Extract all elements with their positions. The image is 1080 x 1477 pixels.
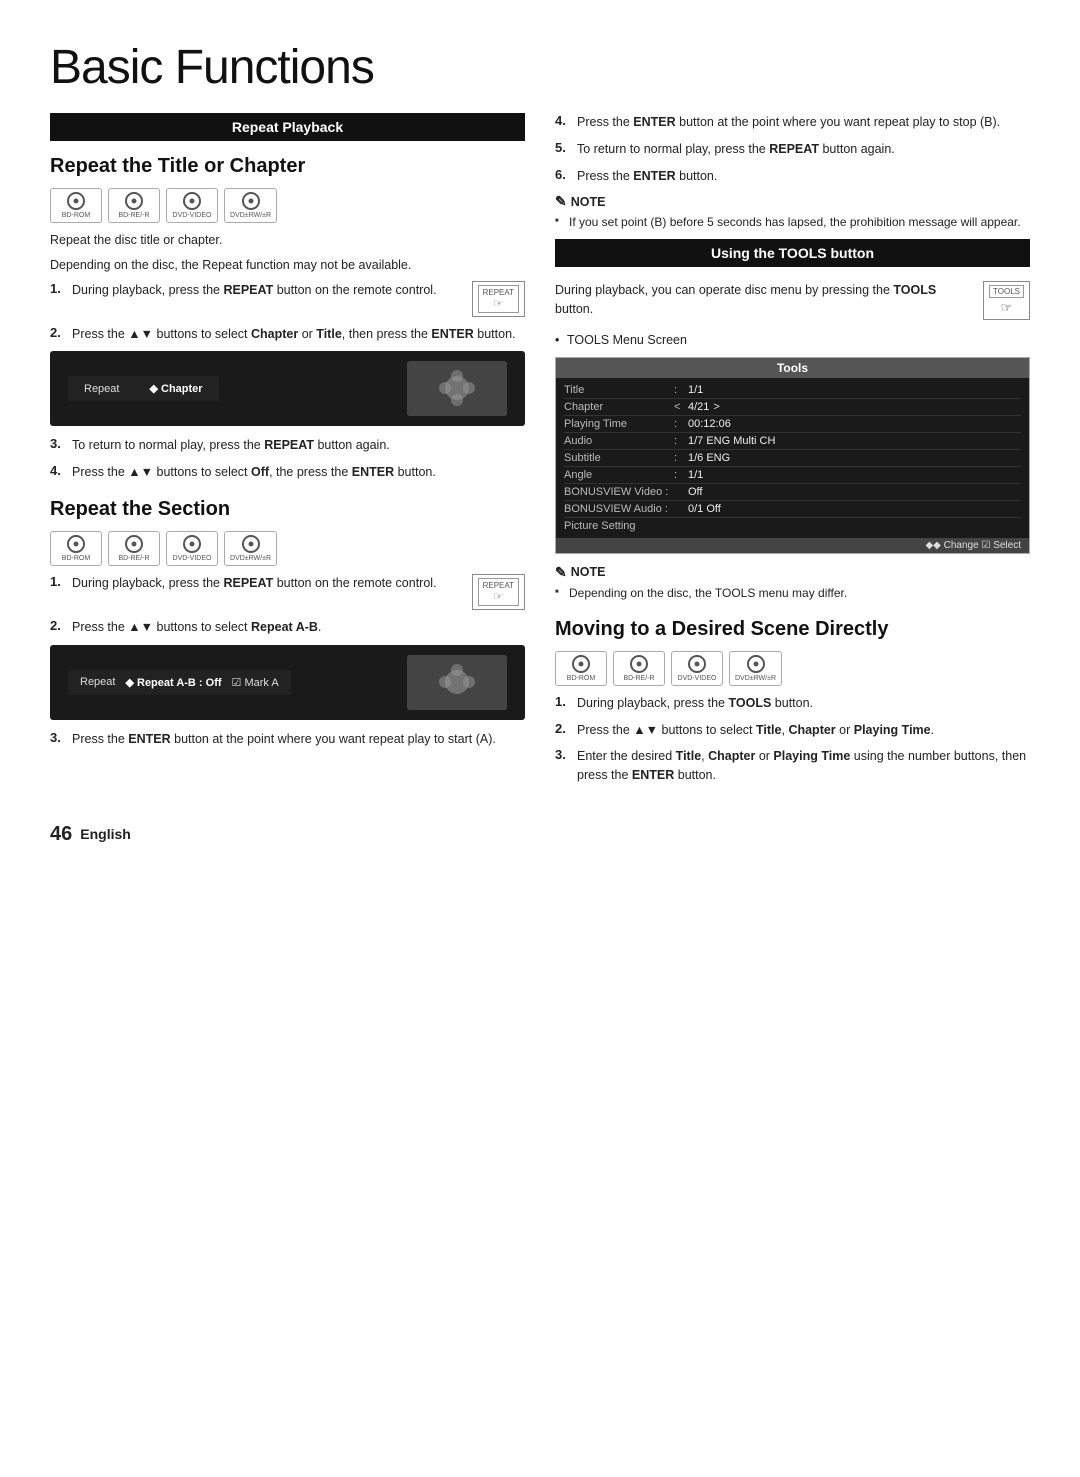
note-item-1: If you set point (B) before 5 seconds ha…: [555, 213, 1030, 231]
disc-circle2: [183, 535, 201, 553]
disc-circle: [183, 192, 201, 210]
tools-row-angle: Angle : 1/1: [564, 467, 1021, 484]
step-2-title: 2. Press the ▲▼ buttons to select Chapte…: [50, 325, 525, 344]
tools-button-icon: TOOLS ☞: [983, 281, 1030, 320]
left-column: Repeat Playback Repeat the Title or Chap…: [50, 113, 525, 793]
disc-circle3: [747, 655, 765, 673]
disc-circle: [125, 192, 143, 210]
tools-row-chapter: Chapter < 4/21 >: [564, 399, 1021, 416]
repeat-section-heading: Repeat the Section: [50, 498, 525, 521]
disc-icon-bdrom: BD-ROM: [50, 188, 102, 223]
tools-banner: Using the TOOLS button: [555, 239, 1030, 267]
tools-footer: ◆◆ Change ☑ Select: [556, 538, 1029, 553]
tools-row-bonusview-audio: BONUSVIEW Audio : 0/1 Off: [564, 501, 1021, 518]
tools-row-playing-time: Playing Time : 00:12:06: [564, 416, 1021, 433]
disc-icon-bdrer2: BD-RE/-R: [108, 531, 160, 566]
step-5-right: 5. To return to normal play, press the R…: [555, 140, 1030, 159]
tools-body: During playback, you can operate disc me…: [555, 281, 975, 319]
repeat-body1: Repeat the disc title or chapter.: [50, 231, 525, 250]
disc-icon-dvdrw3: DVD±RW/±R: [729, 651, 782, 686]
disc-circle2: [125, 535, 143, 553]
page-footer: 46 English: [50, 823, 1030, 846]
disc-icon-dvdvideo2: DVD-VIDEO: [166, 531, 218, 566]
note-pencil-icon: ✎: [555, 193, 567, 210]
disc-icon-bdrer3: BD-RE/-R: [613, 651, 665, 686]
disc-icon-dvdvideo: DVD-VIDEO: [166, 188, 218, 223]
tools-row-audio: Audio : 1/7 ENG Multi CH: [564, 433, 1021, 450]
section-step-2: 2. Press the ▲▼ buttons to select Repeat…: [50, 618, 525, 637]
disc-circle: [242, 192, 260, 210]
tools-row-bonusview-video: BONUSVIEW Video : Off: [564, 484, 1021, 501]
moving-step-1: 1. During playback, press the TOOLS butt…: [555, 694, 1030, 713]
disc-icon-dvdvideo3: DVD-VIDEO: [671, 651, 723, 686]
section-step-1: 1. During playback, press the REPEAT but…: [50, 574, 525, 610]
repeat-body2: Depending on the disc, the Repeat functi…: [50, 256, 525, 275]
note-item-2: Depending on the disc, the TOOLS menu ma…: [555, 584, 1030, 602]
disc-circle2: [67, 535, 85, 553]
step-4-title: 4. Press the ▲▼ buttons to select Off, t…: [50, 463, 525, 482]
tools-row-picture: Picture Setting: [564, 518, 1021, 534]
step-6-right: 6. Press the ENTER button.: [555, 167, 1030, 186]
repeat-ab-screen: Repeat ◆ Repeat A-B : Off ☑ Mark A: [50, 645, 525, 720]
section-step-3: 3. Press the ENTER button at the point w…: [50, 730, 525, 749]
tools-screen-body: Title : 1/1 Chapter < 4/21 > Playing Tim…: [556, 378, 1029, 538]
repeat-button-icon2: REPEAT☞: [472, 574, 525, 610]
disc-circle3: [688, 655, 706, 673]
note-heading-1: ✎ NOTE: [555, 193, 1030, 210]
moving-step-2: 2. Press the ▲▼ buttons to select Title,…: [555, 721, 1030, 740]
disc-circle2: [242, 535, 260, 553]
page-number: 46: [50, 823, 72, 846]
step-1-title: 1. During playback, press the REPEAT but…: [50, 281, 525, 317]
tools-menu-screen-label: TOOLS Menu Screen: [555, 333, 1030, 347]
disc-icon-dvdrw: DVD±RW/±R: [224, 188, 277, 223]
disc-circle: [67, 192, 85, 210]
page-language: English: [80, 826, 131, 842]
disc-icons-title: BD-ROM BD-RE/-R DVD-VIDEO DVD±RW/±R: [50, 188, 525, 223]
tools-screen-header: Tools: [556, 358, 1029, 378]
right-column: 4. Press the ENTER button at the point w…: [555, 113, 1030, 793]
page-title: Basic Functions: [50, 40, 1030, 95]
note-pencil-icon2: ✎: [555, 564, 567, 581]
step-4-right: 4. Press the ENTER button at the point w…: [555, 113, 1030, 132]
disc-icon-bdrer: BD-RE/-R: [108, 188, 160, 223]
disc-icon-dvdrw2: DVD±RW/±R: [224, 531, 277, 566]
tools-row-subtitle: Subtitle : 1/6 ENG: [564, 450, 1021, 467]
disc-circle3: [572, 655, 590, 673]
repeat-playback-banner: Repeat Playback: [50, 113, 525, 141]
repeat-chapter-screen: Repeat ◆ Chapter: [50, 351, 525, 426]
tools-row-title: Title : 1/1: [564, 382, 1021, 399]
moving-heading: Moving to a Desired Scene Directly: [555, 618, 1030, 641]
step-3-title: 3. To return to normal play, press the R…: [50, 436, 525, 455]
disc-icons-moving: BD-ROM BD-RE/-R DVD-VIDEO DVD±RW/±R: [555, 651, 1030, 686]
disc-icons-section: BD-ROM BD-RE/-R DVD-VIDEO DVD±RW/±R: [50, 531, 525, 566]
note-block-2: ✎ NOTE Depending on the disc, the TOOLS …: [555, 564, 1030, 602]
moving-step-3: 3. Enter the desired Title, Chapter or P…: [555, 747, 1030, 785]
disc-circle3: [630, 655, 648, 673]
repeat-button-icon: REPEAT☞: [472, 281, 525, 317]
note-block-1: ✎ NOTE If you set point (B) before 5 sec…: [555, 193, 1030, 231]
disc-icon-bdrom2: BD-ROM: [50, 531, 102, 566]
repeat-title-chapter-heading: Repeat the Title or Chapter: [50, 155, 525, 178]
note-heading-2: ✎ NOTE: [555, 564, 1030, 581]
tools-screen: Tools Title : 1/1 Chapter < 4/21 > Playi…: [555, 357, 1030, 554]
disc-icon-bdrom3: BD-ROM: [555, 651, 607, 686]
